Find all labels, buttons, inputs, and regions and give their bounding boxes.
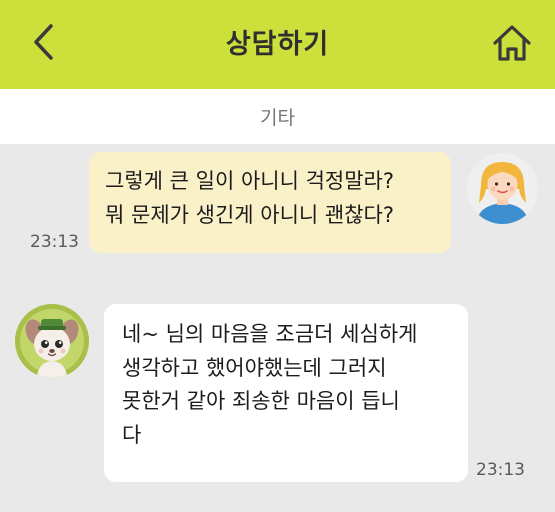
puppy-avatar-icon	[15, 304, 89, 378]
message-line: 네~ 님의 마음을 조금더 세심하게	[122, 322, 418, 346]
message-line: 뭐 문제가 생긴게 아니니 괜찮다?	[105, 202, 395, 227]
message-time: 23:13	[30, 232, 79, 252]
message-line: 그렇게 큰 일이 아니니 걱정말라?	[105, 169, 395, 193]
message-bubble-sent: 그렇게 큰 일이 아니니 걱정말라? 뭐 문제가 생긴게 아니니 괜찮다?	[89, 152, 451, 253]
message-line: 생각하고 했어야했는데 그러지	[122, 355, 387, 380]
message-line: 못한거 같아 죄송한 마음이 듭니	[122, 389, 400, 414]
page-title: 상담하기	[225, 29, 330, 60]
message-time: 23:13	[476, 460, 525, 480]
chat-screen: 상담하기 기타 그렇게 큰 일이 아니니 걱정말라? 뭐 문제가 생긴게 아니니…	[0, 0, 555, 512]
home-icon	[493, 25, 531, 61]
category-bar: 기타	[0, 89, 555, 144]
message-line: 다	[122, 422, 142, 447]
counselor-avatar[interactable]	[15, 304, 89, 378]
category-label: 기타	[260, 107, 295, 129]
message-bubble-received: 네~ 님의 마음을 조금더 세심하게 생각하고 했어야했는데 그러지 못한거 같…	[104, 304, 468, 482]
my-avatar[interactable]	[467, 153, 538, 224]
person-avatar-icon	[467, 153, 538, 224]
top-bar: 상담하기	[0, 0, 555, 89]
home-button[interactable]	[487, 18, 537, 68]
